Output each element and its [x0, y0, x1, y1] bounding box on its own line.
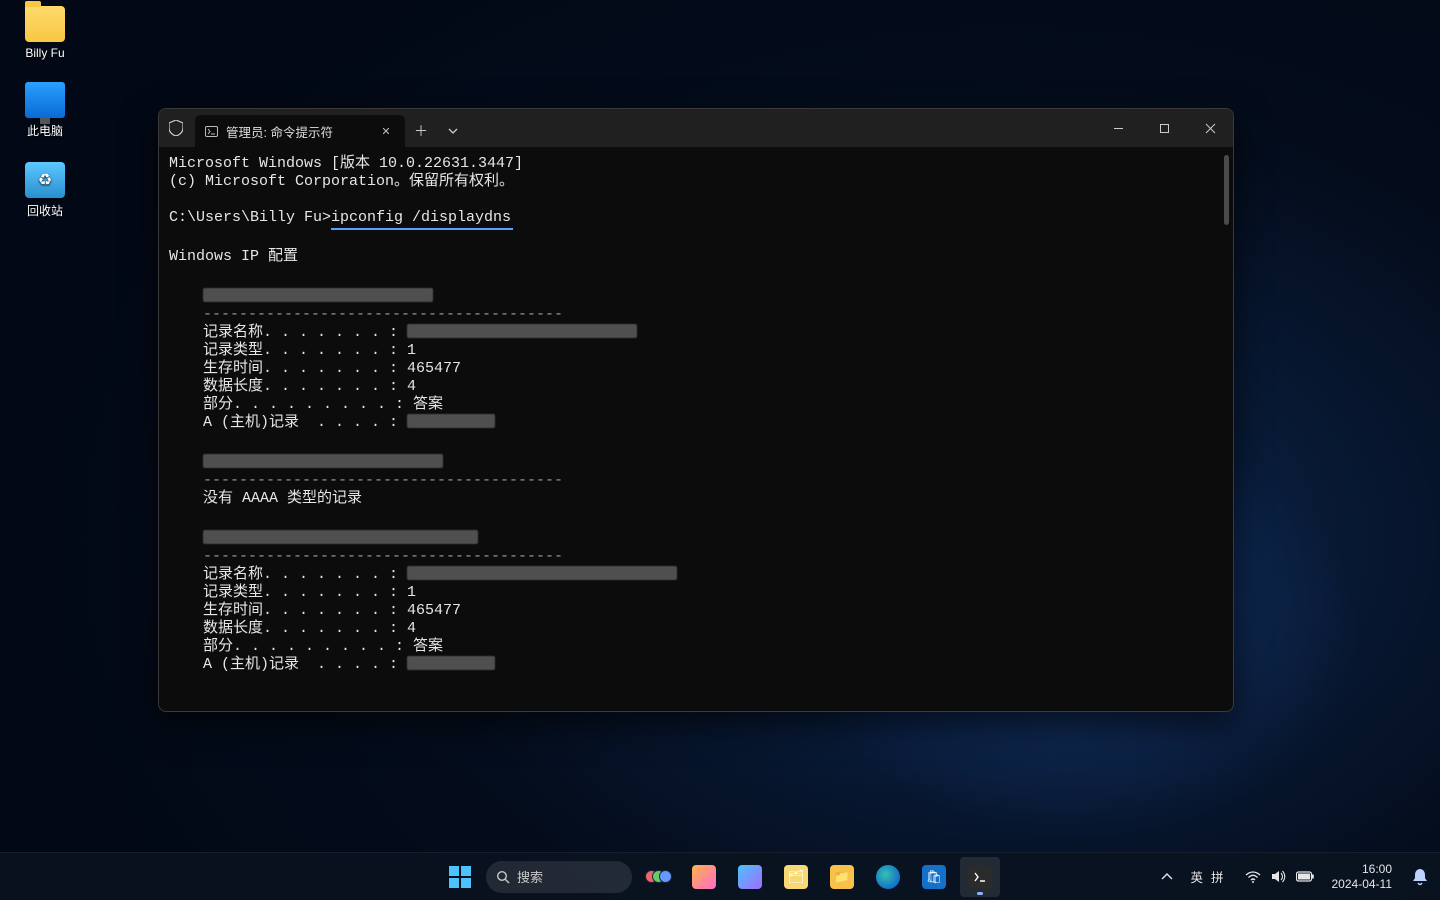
- kv-label: A (主机)记录 . . . . :: [203, 656, 407, 674]
- tab-close-button[interactable]: ✕: [377, 122, 395, 140]
- redacted-value: [407, 656, 495, 670]
- taskbar-search[interactable]: 搜索: [486, 861, 632, 893]
- dns-record-block: ----------------------------------------…: [169, 288, 1223, 432]
- desktop-icon-recycle-bin[interactable]: 回收站: [6, 162, 84, 219]
- output-no-aaaa: 没有 AAAA 类型的记录: [203, 490, 1223, 508]
- terminal-body[interactable]: Microsoft Windows [版本 10.0.22631.3447] (…: [159, 147, 1233, 711]
- redacted-hostname: [203, 454, 443, 468]
- kv-value: 1: [407, 342, 416, 360]
- kv-label: 记录类型. . . . . . . :: [203, 342, 407, 360]
- window-controls: [1095, 109, 1233, 147]
- system-tray[interactable]: [1238, 868, 1320, 886]
- kv-label: 记录名称. . . . . . . :: [203, 324, 407, 342]
- redacted-hostname: [203, 288, 433, 302]
- prompt-path: C:\Users\Billy Fu>: [169, 209, 331, 226]
- explorer-icon: 🗂: [784, 865, 808, 889]
- redacted-value: [407, 324, 637, 338]
- desktop-icon-label: Billy Fu: [6, 46, 84, 60]
- redacted-value: [407, 414, 495, 428]
- kv-label: 数据长度. . . . . . . :: [203, 378, 407, 396]
- taskbar-app-store[interactable]: 🛍: [914, 857, 954, 897]
- admin-shield-icon: [159, 109, 193, 147]
- store-icon: 🛍: [922, 865, 946, 889]
- ime-indicator[interactable]: 英 拼: [1184, 867, 1229, 886]
- kv-label: 生存时间. . . . . . . :: [203, 602, 407, 620]
- task-view-button[interactable]: [638, 857, 678, 897]
- copilot-icon: [738, 865, 762, 889]
- taskbar-app-folder[interactable]: 📁: [822, 857, 862, 897]
- divider-line: ----------------------------------------: [203, 548, 1223, 566]
- pc-icon: [25, 82, 65, 118]
- terminal-icon: [205, 126, 218, 137]
- kv-value: 4: [407, 620, 416, 638]
- kv-value: 465477: [407, 360, 461, 378]
- tab-command-prompt[interactable]: 管理员: 命令提示符 ✕: [195, 115, 405, 147]
- command-text: ipconfig /displaydns: [331, 209, 513, 230]
- kv-label: 部分. . . . . . . . . :: [203, 638, 413, 656]
- taskbar-app-terminal[interactable]: [960, 857, 1000, 897]
- recycle-bin-icon: [25, 162, 65, 198]
- notification-button[interactable]: [1409, 866, 1431, 888]
- kv-label: 数据长度. . . . . . . :: [203, 620, 407, 638]
- new-tab-button[interactable]: ＋: [405, 115, 437, 147]
- taskbar: 搜索 🗂 📁 🛍 英 拼: [0, 852, 1440, 900]
- windows-logo-icon: [449, 866, 471, 888]
- desktop-icon-label: 此电脑: [6, 122, 84, 139]
- desktop-icon-label: 回收站: [6, 202, 84, 219]
- search-placeholder: 搜索: [517, 867, 543, 886]
- terminal-prompt-line: C:\Users\Billy Fu>ipconfig /displaydns: [169, 209, 1223, 230]
- dns-record-block: ----------------------------------------…: [169, 530, 1223, 674]
- scrollbar-thumb[interactable]: [1224, 155, 1229, 225]
- kv-value: 4: [407, 378, 416, 396]
- clock-time: 16:00: [1332, 862, 1393, 877]
- desktop-icon-user-folder[interactable]: Billy Fu: [6, 6, 84, 60]
- ime-lang: 英: [1190, 867, 1203, 886]
- terminal-header-line: Microsoft Windows [版本 10.0.22631.3447]: [169, 155, 1223, 173]
- battery-icon: [1296, 868, 1314, 886]
- kv-value: 答案: [413, 396, 443, 414]
- desktop-icon-this-pc[interactable]: 此电脑: [6, 82, 84, 139]
- minimize-button[interactable]: [1095, 109, 1141, 147]
- search-icon: [496, 870, 510, 884]
- kv-label: 部分. . . . . . . . . :: [203, 396, 413, 414]
- kv-label: A (主机)记录 . . . . :: [203, 414, 407, 432]
- output-section-title: Windows IP 配置: [169, 248, 1223, 266]
- edge-icon: [876, 865, 900, 889]
- redacted-value: [407, 566, 677, 580]
- terminal-icon: [968, 865, 992, 889]
- divider-line: ----------------------------------------: [203, 472, 1223, 490]
- kv-label: 记录类型. . . . . . . :: [203, 584, 407, 602]
- taskbar-clock[interactable]: 16:00 2024-04-11: [1328, 862, 1397, 892]
- volume-icon: [1270, 868, 1288, 886]
- folder-icon: 📁: [830, 865, 854, 889]
- taskbar-app-pastel[interactable]: [684, 857, 724, 897]
- terminal-window: 管理员: 命令提示符 ✕ ＋ Microsoft Windows [版本 10.…: [158, 108, 1234, 712]
- dns-record-block: ----------------------------------------…: [169, 454, 1223, 508]
- app-icon: [692, 865, 716, 889]
- tab-dropdown-button[interactable]: [437, 115, 469, 147]
- close-button[interactable]: [1187, 109, 1233, 147]
- start-button[interactable]: [440, 857, 480, 897]
- kv-value: 答案: [413, 638, 443, 656]
- divider-line: ----------------------------------------: [203, 306, 1223, 324]
- kv-value: 465477: [407, 602, 461, 620]
- maximize-button[interactable]: [1141, 109, 1187, 147]
- taskbar-app-copilot[interactable]: [730, 857, 770, 897]
- taskbar-app-edge[interactable]: [868, 857, 908, 897]
- tray-overflow-button[interactable]: [1158, 868, 1176, 886]
- tab-title: 管理员: 命令提示符: [226, 122, 333, 141]
- kv-label: 记录名称. . . . . . . :: [203, 566, 407, 584]
- wifi-icon: [1244, 868, 1262, 886]
- kv-value: 1: [407, 584, 416, 602]
- terminal-header-line: (c) Microsoft Corporation。保留所有权利。: [169, 173, 1223, 191]
- folder-icon: [25, 6, 65, 42]
- ime-mode: 拼: [1211, 867, 1224, 886]
- window-titlebar[interactable]: 管理员: 命令提示符 ✕ ＋: [159, 109, 1233, 147]
- redacted-hostname: [203, 530, 478, 544]
- kv-label: 生存时间. . . . . . . :: [203, 360, 407, 378]
- clock-date: 2024-04-11: [1332, 877, 1393, 892]
- taskbar-app-explorer[interactable]: 🗂: [776, 857, 816, 897]
